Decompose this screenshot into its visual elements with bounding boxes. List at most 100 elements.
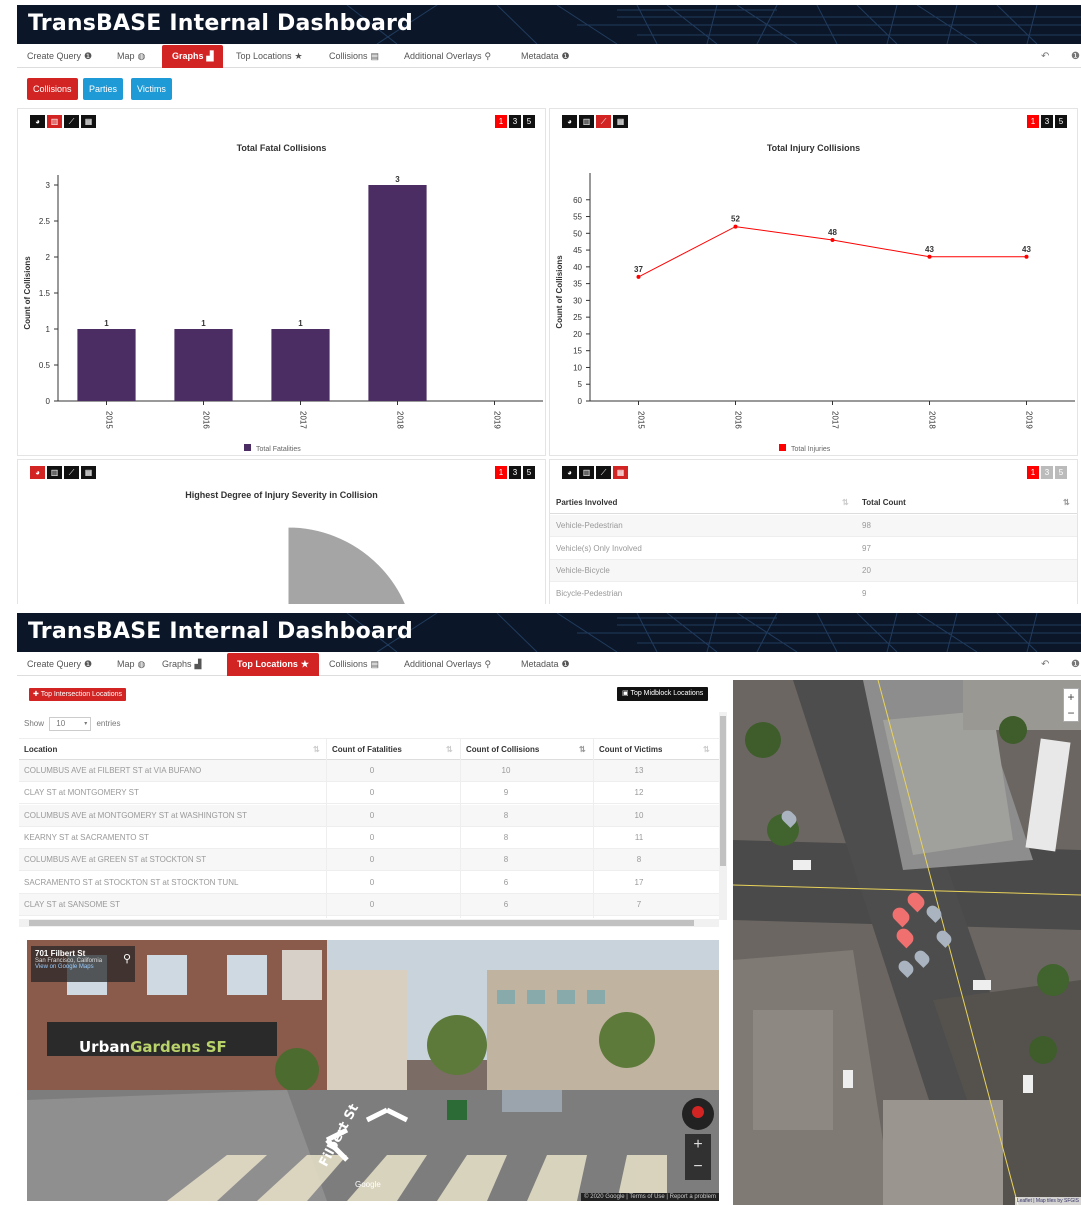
scrollbar-thumb[interactable] — [29, 920, 694, 926]
tab-top-locations[interactable]: Top Locations ★ — [236, 45, 303, 68]
legend-swatch — [779, 444, 786, 451]
data-label: 52 — [731, 215, 740, 224]
y-tick-label: 60 — [573, 196, 582, 205]
table-row: Vehicle-Pedestrian 98 — [550, 515, 1077, 537]
zoom-out-button[interactable]: − — [685, 1156, 711, 1178]
bar-chart-icon[interactable]: ▥ — [579, 466, 594, 479]
tab-label: Metadata — [521, 659, 559, 669]
data-label: 48 — [828, 228, 837, 237]
table-row[interactable]: CLAY ST at SANSOME ST 0 6 7 — [19, 893, 719, 916]
table-row[interactable]: COLUMBUS AVE at MONTGOMERY ST at WASHING… — [19, 804, 719, 827]
street-view-attribution[interactable]: © 2020 Google | Terms of Use | Report a … — [581, 1193, 719, 1201]
pie-chart-icon[interactable]: ◕ — [562, 466, 577, 479]
tab-map[interactable]: Map ◍ — [117, 653, 145, 676]
table-cell: 98 — [862, 521, 871, 530]
tab-collisions[interactable]: Collisions ▤ — [329, 653, 379, 676]
table-cell: 7 — [636, 899, 642, 909]
sort-icon[interactable]: ⇅ — [703, 739, 710, 761]
data-label: 3 — [395, 175, 400, 184]
years-3-button[interactable]: 3 — [1041, 466, 1053, 479]
header-location[interactable]: Location — [24, 739, 57, 761]
tab-additional-overlays[interactable]: Additional Overlays ⚲ — [404, 653, 491, 676]
y-axis-label: Count of Collisions — [23, 256, 32, 330]
tab-label: Metadata — [521, 51, 559, 61]
tab-graphs[interactable]: Graphs ▟ — [162, 653, 201, 676]
data-label: 1 — [104, 319, 109, 328]
years-1-button[interactable]: 1 — [1027, 466, 1039, 479]
header-parties-involved[interactable]: Parties Involved — [556, 492, 617, 514]
bar-chart-icon: ▟ — [194, 659, 202, 669]
tab-label: Graphs — [162, 659, 192, 669]
table-cell: 10 — [634, 810, 644, 820]
google-maps-link[interactable]: View on Google Maps — [35, 964, 131, 970]
help-icon[interactable]: ❶ — [1071, 653, 1080, 676]
table-cell: Vehicle-Bicycle — [556, 566, 610, 575]
sort-icon[interactable]: ⇅ — [313, 739, 320, 761]
reset-icon[interactable]: ↶ — [1041, 45, 1049, 68]
tab-metadata[interactable]: Metadata ❶ — [521, 653, 570, 676]
tab-create-query[interactable]: Create Query ❶ — [27, 45, 92, 68]
tab-label: Collisions — [329, 51, 368, 61]
graphs-screenshot: TransBASE Internal Dashboard Create Quer… — [0, 0, 1081, 604]
street-view[interactable]: 701 Filbert St San Francisco, California… — [27, 940, 719, 1201]
line-chart-icon[interactable]: ⟋ — [596, 466, 611, 479]
pill-collisions[interactable]: Collisions — [27, 78, 78, 100]
pill-victims[interactable]: Victims — [131, 78, 172, 100]
tab-create-query[interactable]: Create Query ❶ — [27, 653, 92, 676]
tab-map[interactable]: Map ◍ — [117, 45, 145, 68]
table-icon[interactable]: ▦ — [613, 466, 628, 479]
x-tick-label: 2017 — [299, 411, 308, 429]
table-cell: Vehicle-Pedestrian — [556, 521, 623, 530]
aerial-map[interactable]: + − Leaflet | Map tiles by SFGIS — [733, 680, 1081, 1205]
map-zoom-out-button[interactable]: − — [1064, 705, 1078, 721]
zoom-in-button[interactable]: + — [685, 1134, 711, 1156]
table-row[interactable]: SACRAMENTO ST at STOCKTON ST at STOCKTON… — [19, 872, 719, 894]
table-row[interactable]: COLUMBUS AVE at FILBERT ST at VIA BUFANO… — [19, 760, 719, 782]
help-icon[interactable]: ❶ — [1071, 45, 1080, 68]
line-point — [830, 238, 835, 243]
reset-icon[interactable]: ↶ — [1041, 653, 1049, 676]
table-row[interactable]: COLUMBUS AVE at GREEN ST at STOCKTON ST 0… — [19, 849, 719, 872]
map-marker-icon: ⚲ — [484, 51, 492, 61]
table-cell: 9 — [503, 788, 509, 798]
header-victims[interactable]: Count of Victims — [599, 739, 662, 761]
header-fatalities[interactable]: Count of Fatalities — [332, 739, 402, 761]
tab-top-locations[interactable]: Top Locations ★ — [227, 653, 319, 676]
entries-control: Show 10 ▾ entries — [24, 716, 121, 732]
x-tick-label: 2016 — [202, 411, 211, 429]
sort-icon[interactable]: ⇅ — [579, 739, 586, 761]
tab-collisions[interactable]: Collisions ▤ — [329, 45, 379, 68]
bar-chart: 0 0.5 1 1.5 2 2.5 3 2015 1 2016 1 2017 1 2018 3 2019 Cou… — [23, 175, 543, 453]
line-point — [733, 224, 738, 229]
header-collisions[interactable]: Count of Collisions — [466, 739, 539, 761]
parties-table: Parties Involved ⇅ Total Count ⇅ Vehicle… — [550, 492, 1077, 604]
scrollbar-thumb[interactable] — [720, 716, 726, 866]
table-row[interactable]: CLAY ST at MONTGOMERY ST 0 9 12 — [19, 782, 719, 805]
table-cell: CLAY ST at SANSOME ST — [24, 899, 121, 909]
table-cell: Vehicle(s) Only Involved — [556, 543, 642, 553]
table-cell: 0 — [369, 788, 375, 798]
column-divider — [593, 738, 594, 918]
pill-parties[interactable]: Parties — [83, 78, 124, 100]
header-total-count[interactable]: Total Count — [862, 492, 906, 514]
sort-icon[interactable]: ⇅ — [446, 739, 453, 761]
vertical-scrollbar[interactable] — [719, 712, 727, 920]
top-midblock-button[interactable]: ▣ Top Midblock Locations — [617, 687, 709, 701]
horizontal-scrollbar[interactable] — [19, 919, 719, 927]
sort-icon[interactable]: ⇅ — [1063, 492, 1070, 514]
sort-icon[interactable]: ⇅ — [842, 492, 849, 514]
map-attribution[interactable]: Leaflet | Map tiles by SFGIS — [1014, 1197, 1081, 1205]
compass-icon[interactable] — [682, 1098, 714, 1130]
years-5-button[interactable]: 5 — [1055, 466, 1067, 479]
bar-chart-icon: ▟ — [206, 51, 214, 61]
tab-graphs[interactable]: Graphs ▟ — [162, 45, 224, 68]
table-cell: 6 — [503, 899, 509, 909]
top-intersection-button[interactable]: ✚ Top Intersection Locations — [29, 688, 127, 701]
entries-select[interactable]: 10 ▾ — [49, 717, 92, 731]
tab-metadata[interactable]: Metadata ❶ — [521, 45, 570, 68]
table-cell: 17 — [634, 877, 644, 887]
entries-select-value: 10 — [56, 719, 66, 728]
map-zoom-in-button[interactable]: + — [1064, 689, 1078, 705]
table-row[interactable]: KEARNY ST at SACRAMENTO ST 0 8 11 — [19, 827, 719, 849]
tab-additional-overlays[interactable]: Additional Overlays ⚲ — [404, 45, 491, 68]
